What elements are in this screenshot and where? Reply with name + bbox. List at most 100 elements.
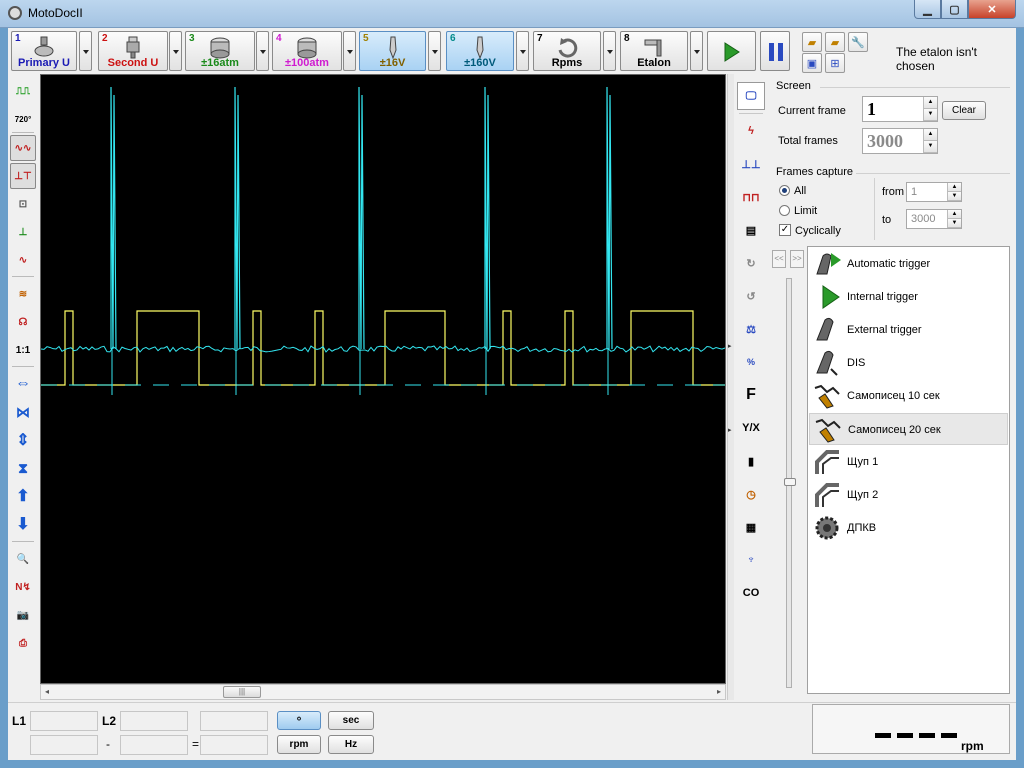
channel-3-dropdown[interactable] <box>256 31 269 71</box>
channel-4-button[interactable]: 4 ±100atm <box>272 31 342 71</box>
channel-6-dropdown[interactable] <box>516 31 529 71</box>
memory-tab[interactable]: ▤ <box>737 216 765 244</box>
app-gear-icon[interactable] <box>8 6 22 20</box>
move-down-button[interactable]: ⬇ <box>10 511 36 537</box>
settings-button[interactable]: 🔧 <box>848 32 868 52</box>
channel-7-button[interactable]: 7 Rpms <box>533 31 601 71</box>
screenshot-button[interactable]: 📷 <box>10 602 36 628</box>
percent-tab[interactable]: % <box>737 348 765 376</box>
spin-down-icon[interactable]: ▼ <box>948 219 961 228</box>
degree-unit-button[interactable]: ° <box>277 711 321 730</box>
lock-button[interactable]: ⊡ <box>10 191 36 217</box>
screen-tab[interactable]: 🖵 <box>737 82 765 110</box>
co-tab[interactable]: CO <box>737 579 765 607</box>
save-button[interactable]: ▣ <box>802 53 822 73</box>
trigger-item-recorder-20[interactable]: Самописец 20 сек <box>809 413 1008 445</box>
scroll-thumb[interactable]: ||| <box>223 686 261 698</box>
shrink-vertical-button[interactable]: ⧗ <box>10 455 36 481</box>
spin-down-icon[interactable]: ▼ <box>924 141 937 153</box>
scroll-right-icon[interactable]: ▸ <box>717 687 721 696</box>
rotation-2-tab[interactable]: ↺ <box>737 282 765 310</box>
rpm-unit-button[interactable]: rpm <box>277 735 321 754</box>
multi-wave-button[interactable]: ≋ <box>10 281 36 307</box>
maximize-button[interactable]: ▢ <box>941 0 968 19</box>
wave-view-button[interactable]: ∿∿ <box>10 135 36 161</box>
y-over-x-tab[interactable]: Y/X <box>737 414 765 442</box>
spin-up-icon[interactable]: ▲ <box>948 210 961 219</box>
overlay-button[interactable]: ☊ <box>10 309 36 335</box>
marker-button[interactable]: N↯ <box>10 574 36 600</box>
stretch-horizontal-button[interactable]: ⇔ <box>10 371 36 397</box>
spin-up-icon[interactable]: ▲ <box>948 183 961 192</box>
open-etalon-button[interactable]: ▰ <box>825 32 845 52</box>
trigger-item-internal[interactable]: Internal trigger <box>809 281 1008 313</box>
spin-down-icon[interactable]: ▼ <box>924 109 937 121</box>
shrink-horizontal-button[interactable]: ⋈ <box>10 399 36 425</box>
print-button[interactable]: ⎙ <box>10 630 36 656</box>
sine-button[interactable]: ∿ <box>10 247 36 273</box>
spin-down-icon[interactable]: ▼ <box>948 192 961 201</box>
analyzer-tab[interactable]: ♆ <box>737 546 765 574</box>
cyclically-checkbox[interactable]: ✓ <box>779 224 791 236</box>
close-button[interactable]: ✕ <box>968 0 1016 19</box>
trigger-item-dis[interactable]: DIS <box>809 347 1008 379</box>
all-radio[interactable] <box>779 185 790 196</box>
open-file-button[interactable]: ▰ <box>802 32 822 52</box>
spin-up-icon[interactable]: ▲ <box>924 97 937 109</box>
slider-thumb[interactable] <box>784 478 796 486</box>
channel-7-dropdown[interactable] <box>603 31 616 71</box>
channel-1-button[interactable]: 1 Primary U <box>11 31 77 71</box>
channel-5-button[interactable]: 5 ±16V <box>359 31 426 71</box>
angle-720-button[interactable]: 720° <box>10 106 36 132</box>
frequency-tab[interactable]: F <box>737 381 765 409</box>
oscilloscope-display[interactable] <box>40 74 729 684</box>
trigger-item-probe-1[interactable]: Щуп 1 <box>809 446 1008 478</box>
cursor-button[interactable]: ⊥ <box>10 219 36 245</box>
trigger-item-automatic[interactable]: Automatic trigger <box>809 248 1008 280</box>
trigger-item-crank-sensor[interactable]: ДПКВ <box>809 512 1008 544</box>
next-button[interactable]: >> <box>790 250 804 268</box>
hz-unit-button[interactable]: Hz <box>328 735 374 754</box>
minimize-button[interactable]: ▁ <box>914 0 941 19</box>
signal-view-button[interactable]: ⎍⎍ <box>10 78 36 104</box>
pause-button[interactable] <box>760 31 790 71</box>
spin-up-icon[interactable]: ▲ <box>924 129 937 141</box>
horizontal-scrollbar[interactable]: ◂ ||| ▸ <box>40 684 726 700</box>
channel-8-dropdown[interactable] <box>690 31 703 71</box>
trigger-item-probe-2[interactable]: Щуп 2 <box>809 479 1008 511</box>
from-spinner[interactable]: 1 ▲ ▼ <box>906 182 962 202</box>
total-frames-spinner[interactable]: 3000 ▲ ▼ <box>862 128 938 154</box>
trigger-item-recorder-10[interactable]: Самописец 10 сек <box>809 380 1008 412</box>
expand-right-icon[interactable]: ▸ <box>728 426 732 434</box>
zoom-button[interactable]: 🔍 <box>10 546 36 572</box>
channel-3-button[interactable]: 3 ±16atm <box>185 31 255 71</box>
play-button[interactable] <box>707 31 756 71</box>
square-wave-tab[interactable]: ⊓⊓ <box>737 183 765 211</box>
trigger-item-external[interactable]: External trigger <box>809 314 1008 346</box>
balance-tab[interactable]: ⚖ <box>737 315 765 343</box>
scroll-left-icon[interactable]: ◂ <box>45 687 49 696</box>
current-frame-spinner[interactable]: 1 ▲ ▼ <box>862 96 938 122</box>
ignition-tab[interactable]: ϟ <box>737 117 765 145</box>
sec-unit-button[interactable]: sec <box>328 711 374 730</box>
limit-radio[interactable] <box>779 205 790 216</box>
channel-2-button[interactable]: 2 Second U <box>98 31 168 71</box>
battery-tab[interactable]: ▮ <box>737 447 765 475</box>
pulse-tab[interactable]: ⊥⊥ <box>737 150 765 178</box>
trigger-view-button[interactable]: ⊥⊤ <box>10 163 36 189</box>
channel-2-dropdown[interactable] <box>169 31 182 71</box>
channel-8-button[interactable]: 8 Etalon <box>620 31 688 71</box>
clear-button[interactable]: Clear <box>942 101 986 120</box>
channel-5-dropdown[interactable] <box>428 31 441 71</box>
device-tab[interactable]: ▦ <box>737 513 765 541</box>
channel-1-dropdown[interactable] <box>79 31 92 71</box>
timer-tab[interactable]: ◷ <box>737 480 765 508</box>
export-button[interactable]: ⊞ <box>825 53 845 73</box>
scale-1-1-button[interactable]: 1:1 <box>10 337 36 363</box>
stretch-vertical-button[interactable]: ⇕ <box>10 427 36 453</box>
move-up-button[interactable]: ⬆ <box>10 483 36 509</box>
expand-right-icon[interactable]: ▸ <box>728 342 732 350</box>
channel-4-dropdown[interactable] <box>343 31 356 71</box>
panel-splitter[interactable]: ▸ ▸ <box>727 74 734 700</box>
channel-6-button[interactable]: 6 ±160V <box>446 31 514 71</box>
